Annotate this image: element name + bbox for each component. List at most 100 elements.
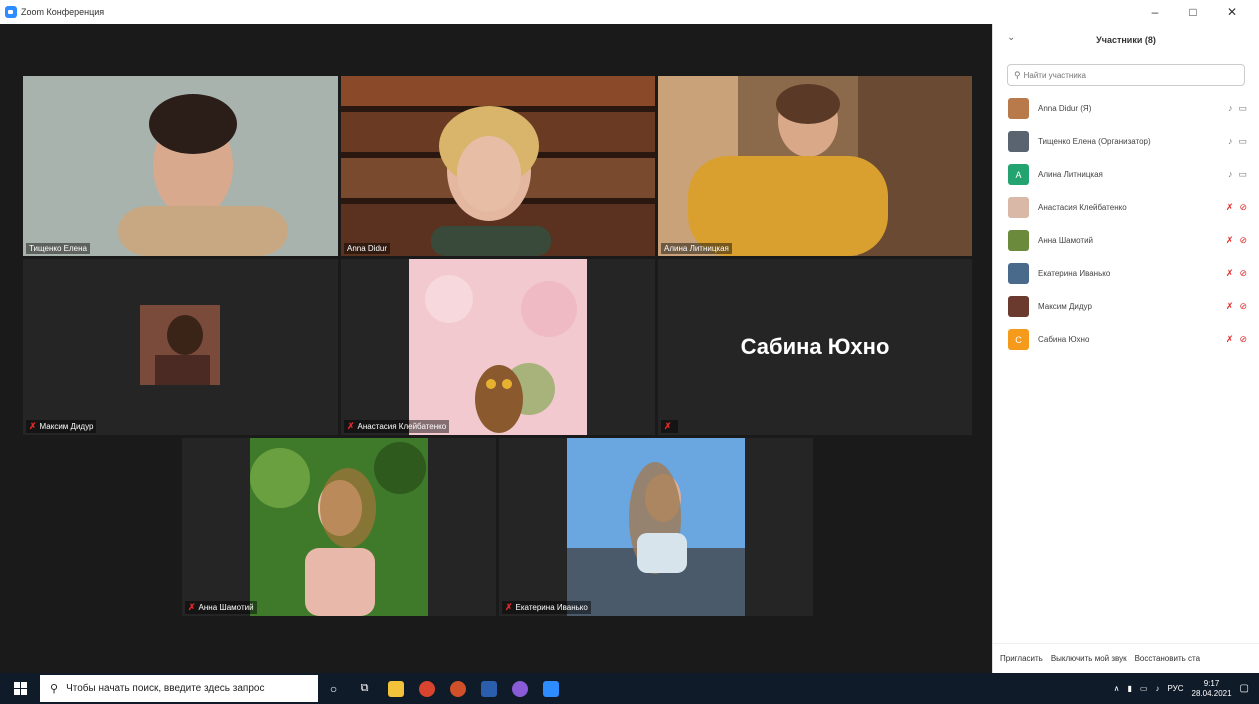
task-view-icon[interactable]: ⧉ (349, 673, 380, 704)
taskbar-search[interactable]: ⚲ Чтобы начать поиск, введите здесь запр… (40, 675, 318, 702)
network-icon[interactable]: ▮ (1128, 684, 1132, 693)
zoom-taskbar-icon[interactable] (535, 673, 566, 704)
tile-name-label: Алина Литницкая (661, 243, 732, 254)
participant-row[interactable]: A Алина Литницкая ♪ ▭ (993, 158, 1259, 191)
video-tile[interactable]: ✗ Анастасия Клейбатенко (341, 259, 655, 435)
language-indicator[interactable]: РУС (1167, 684, 1183, 693)
participant-video (658, 76, 972, 256)
avatar (1008, 296, 1029, 317)
participant-name: Екатерина Иванько (1038, 269, 1111, 278)
participant-row[interactable]: Екатерина Иванько ✗ ⊘ (993, 257, 1259, 290)
participant-name: Сабина Юхно (1038, 335, 1090, 344)
avatar (1008, 131, 1029, 152)
video-tile[interactable]: Сабина Юхно ✗ (658, 259, 972, 435)
participant-name: Anna Didur (Я) (1038, 104, 1092, 113)
mic-muted-icon: ✗ (505, 602, 513, 612)
mic-muted-icon: ✗ (29, 421, 37, 431)
video-tile[interactable]: Anna Didur (341, 76, 655, 256)
camera-off-icon[interactable]: ⊘ (1239, 268, 1247, 279)
minimize-button[interactable]: – (1140, 3, 1170, 21)
clock[interactable]: 9:17 28.04.2021 (1192, 679, 1232, 699)
chevron-up-icon[interactable]: ∧ (1114, 684, 1120, 693)
mic-muted-icon: ✗ (188, 602, 196, 612)
maximize-button[interactable]: □ (1178, 3, 1208, 21)
cortana-icon[interactable]: ○ (318, 673, 349, 704)
participant-name: Анастасия Клейбатенко (1038, 203, 1127, 212)
clock-time: 9:17 (1203, 678, 1220, 688)
camera-off-icon[interactable]: ⊘ (1239, 301, 1247, 312)
video-tile[interactable]: Тищенко Елена (23, 76, 338, 256)
search-icon: ⚲ (50, 683, 59, 695)
tile-name-label: ✗ Анна Шамотий (185, 601, 257, 614)
mic-muted-icon: ✗ (347, 421, 355, 431)
word-icon[interactable] (473, 673, 504, 704)
start-button[interactable] (0, 673, 40, 704)
battery-icon[interactable]: ▭ (1140, 684, 1148, 693)
windows-logo-icon (13, 682, 27, 695)
restore-button[interactable]: Восстановить ста (1135, 654, 1200, 663)
search-input[interactable] (1023, 70, 1224, 80)
clock-date: 28.04.2021 (1191, 688, 1232, 698)
notifications-icon[interactable]: ▢ (1240, 683, 1249, 694)
volume-icon[interactable]: ♪ (1155, 684, 1159, 693)
avatar: С (1008, 329, 1029, 350)
panel-footer: Пригласить Выключить мой звук Восстанови… (993, 643, 1259, 673)
search-icon: ⚲ (1014, 69, 1021, 80)
participant-display-name: Сабина Юхно (740, 334, 890, 359)
chevron-down-icon[interactable]: ⌄ (1007, 32, 1015, 43)
file-explorer-icon[interactable] (380, 673, 411, 704)
invite-button[interactable]: Пригласить (1000, 654, 1043, 663)
mic-muted-icon[interactable]: ✗ (1226, 301, 1234, 312)
mic-muted-icon[interactable]: ✗ (1226, 235, 1234, 246)
mic-muted-icon[interactable]: ✗ (1226, 268, 1234, 279)
camera-off-icon[interactable]: ⊘ (1239, 202, 1247, 213)
viber-icon[interactable] (504, 673, 535, 704)
participant-avatar-photo (250, 438, 428, 616)
participant-name: Максим Дидур (1038, 302, 1092, 311)
mute-me-button[interactable]: Выключить мой звук (1051, 654, 1127, 663)
participant-avatar-photo (140, 305, 220, 385)
mic-icon[interactable]: ♪ (1228, 103, 1233, 114)
participant-avatar-photo (409, 259, 587, 435)
participant-row[interactable]: Анна Шамотий ✗ ⊘ (993, 224, 1259, 257)
zoom-app-icon (5, 6, 17, 18)
window-title: Zoom Конференция (21, 7, 105, 17)
mic-muted-icon[interactable]: ✗ (1226, 334, 1234, 345)
video-tile[interactable]: ✗ Екатерина Иванько (499, 438, 813, 616)
video-tile[interactable]: ✗ Анна Шамотий (182, 438, 496, 616)
participant-row[interactable]: Максим Дидур ✗ ⊘ (993, 290, 1259, 323)
tile-name-label: Тищенко Елена (26, 243, 90, 254)
tile-name-label: ✗ Максим Дидур (26, 420, 97, 433)
avatar: A (1008, 164, 1029, 185)
avatar (1008, 230, 1029, 251)
mic-icon[interactable]: ♪ (1228, 136, 1233, 147)
title-bar: Zoom Конференция – □ ✕ (0, 0, 1259, 24)
participant-search[interactable]: ⚲ (1007, 64, 1245, 86)
mic-muted-icon[interactable]: ✗ (1226, 202, 1234, 213)
avatar (1008, 98, 1029, 119)
participant-video (23, 76, 338, 256)
mic-icon[interactable]: ♪ (1228, 169, 1233, 180)
tile-name-label: Anna Didur (344, 243, 391, 254)
chrome-icon[interactable] (411, 673, 442, 704)
participant-name: Тищенко Елена (Организатор) (1038, 137, 1151, 146)
avatar (1008, 197, 1029, 218)
camera-off-icon[interactable]: ⊘ (1239, 235, 1247, 246)
camera-icon[interactable]: ▭ (1238, 103, 1247, 114)
close-button[interactable]: ✕ (1217, 3, 1247, 21)
participant-row[interactable]: Anna Didur (Я) ♪ ▭ (993, 92, 1259, 125)
tile-name-label: ✗ Екатерина Иванько (502, 601, 591, 614)
participant-row[interactable]: С Сабина Юхно ✗ ⊘ (993, 323, 1259, 356)
participant-avatar-photo (567, 438, 745, 616)
participant-video (341, 76, 655, 256)
camera-off-icon[interactable]: ⊘ (1239, 334, 1247, 345)
camera-icon[interactable]: ▭ (1238, 169, 1247, 180)
participant-row[interactable]: Тищенко Елена (Организатор) ♪ ▭ (993, 125, 1259, 158)
video-tile[interactable]: ✗ Максим Дидур (23, 259, 338, 435)
video-tile[interactable]: Алина Литницкая (658, 76, 972, 256)
powerpoint-icon[interactable] (442, 673, 473, 704)
taskbar: ⚲ Чтобы начать поиск, введите здесь запр… (0, 673, 1259, 704)
camera-icon[interactable]: ▭ (1238, 136, 1247, 147)
tile-name-label: ✗ (661, 420, 678, 433)
participant-row[interactable]: Анастасия Клейбатенко ✗ ⊘ (993, 191, 1259, 224)
